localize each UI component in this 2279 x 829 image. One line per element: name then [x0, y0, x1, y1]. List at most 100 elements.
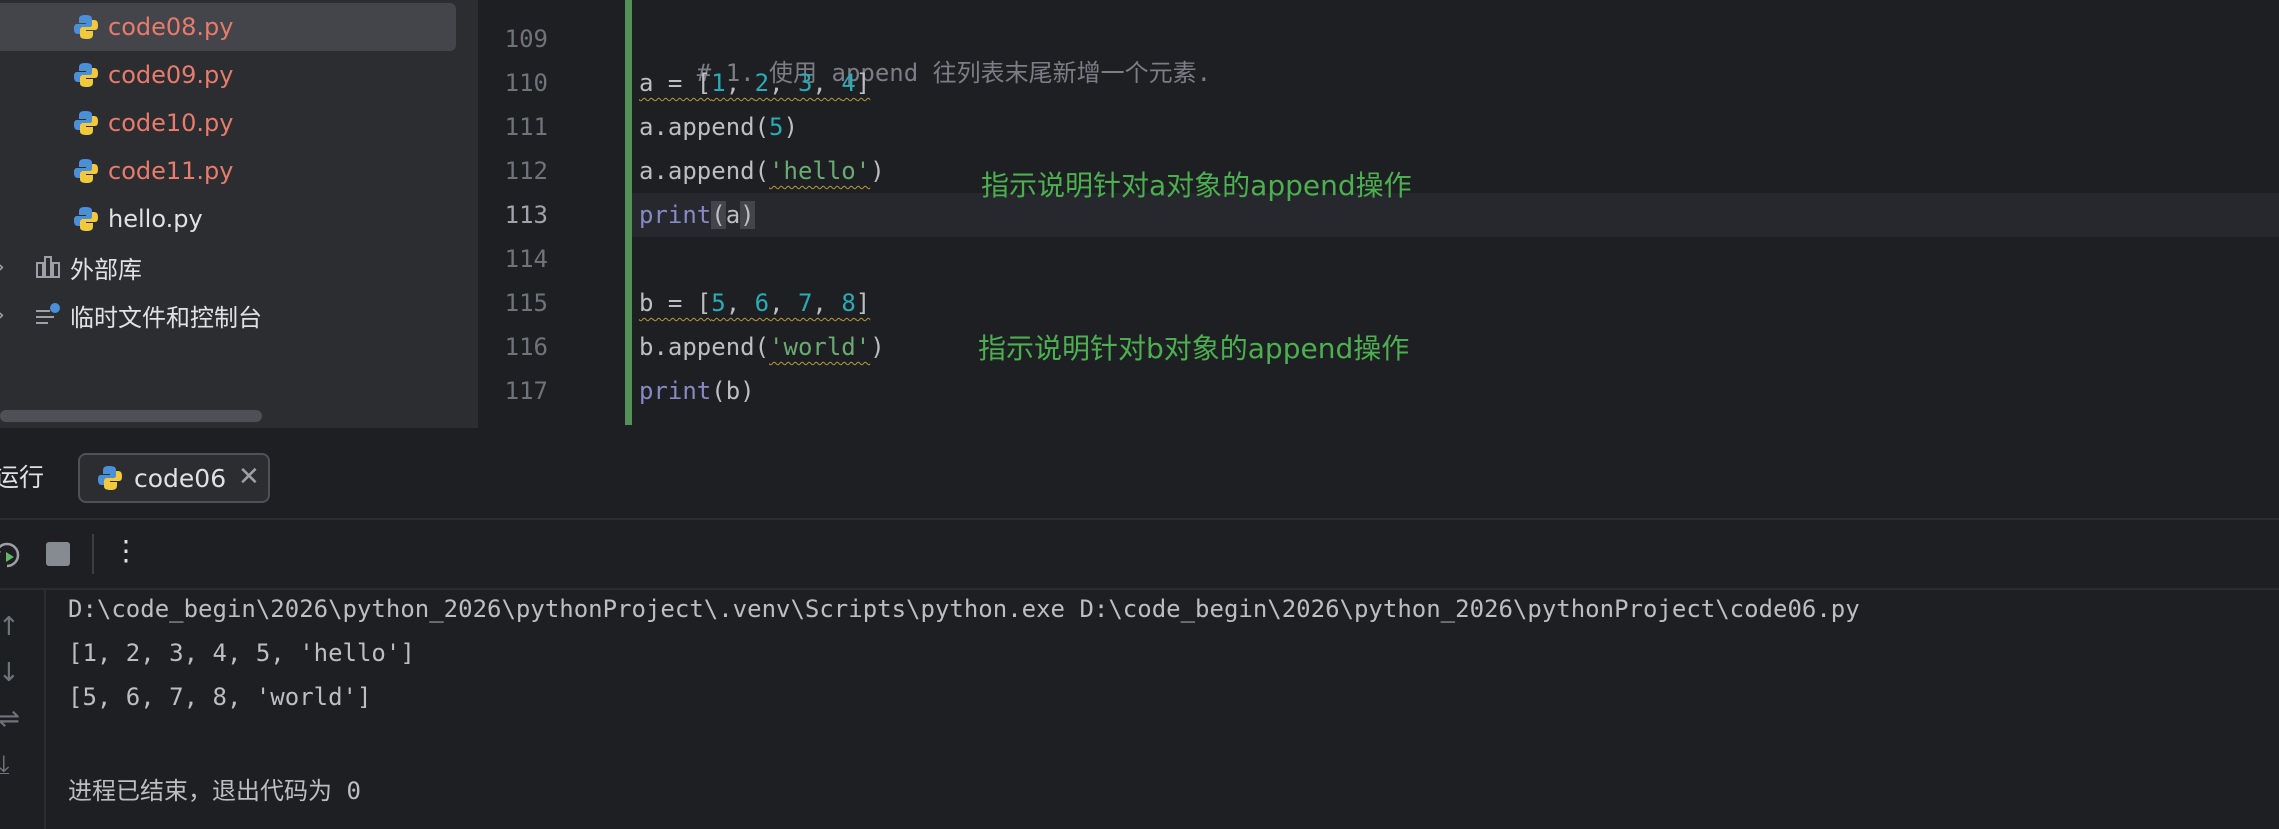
- number: 1: [711, 69, 726, 97]
- rerun-icon[interactable]: [0, 540, 22, 570]
- line-number[interactable]: 112: [492, 157, 548, 185]
- arrow-down-icon[interactable]: ↓: [0, 658, 20, 688]
- tree-node-scratches[interactable]: › 临时文件和控制台: [0, 291, 456, 339]
- paren: ): [783, 113, 798, 141]
- line-number-current[interactable]: 113: [492, 201, 548, 229]
- bracket: ]: [855, 289, 871, 317]
- code-line-113[interactable]: print(a): [639, 201, 755, 229]
- call: a.append(: [639, 113, 770, 141]
- separator: ,: [769, 69, 798, 97]
- number: 4: [841, 69, 856, 97]
- tree-file-code09[interactable]: code09.py: [0, 51, 456, 99]
- python-file-icon: [74, 207, 98, 231]
- run-tab-code06[interactable]: code06 ✕: [78, 453, 270, 503]
- line-number[interactable]: 110: [492, 69, 548, 97]
- more-options-icon[interactable]: ⋮: [112, 534, 140, 567]
- line-number[interactable]: 117: [492, 377, 548, 405]
- scratches-icon: [36, 303, 60, 324]
- chevron-right-icon[interactable]: ›: [0, 303, 5, 328]
- code-line-112[interactable]: a.append('hello'): [639, 157, 885, 185]
- number: 6: [754, 289, 770, 317]
- number: 8: [841, 289, 856, 317]
- line-number[interactable]: 109: [492, 25, 548, 53]
- arrow-up-icon[interactable]: ↑: [0, 612, 20, 642]
- project-tree: code08.py code09.py code10.py code11.py …: [0, 0, 478, 428]
- close-icon[interactable]: ✕: [238, 462, 260, 492]
- identifier: b: [639, 289, 654, 317]
- line-number[interactable]: 114: [492, 245, 548, 273]
- file-name: code09.py: [108, 61, 234, 89]
- paren: ): [870, 157, 885, 185]
- horizontal-scrollbar[interactable]: [0, 410, 262, 422]
- tree-node-label: 临时文件和控制台: [70, 303, 262, 332]
- python-file-icon: [74, 111, 98, 135]
- line-number[interactable]: 115: [492, 289, 548, 317]
- console-line: 进程已结束，退出代码为 0: [68, 777, 361, 805]
- separator: ,: [725, 289, 755, 317]
- code-line-116[interactable]: b.append('world'): [639, 333, 885, 361]
- call: a.append(: [639, 157, 770, 185]
- file-name: code11.py: [108, 157, 234, 185]
- python-file-icon: [74, 15, 98, 39]
- paren: ): [870, 333, 885, 361]
- tree-node-external-libraries[interactable]: › 外部库: [0, 243, 456, 291]
- console-line: [1, 2, 3, 4, 5, 'hello']: [68, 639, 415, 667]
- matched-paren: ): [740, 201, 755, 229]
- soft-wrap-icon[interactable]: ⇌: [0, 704, 20, 734]
- matched-paren: (: [711, 201, 726, 229]
- run-tab-label: code06: [134, 464, 227, 493]
- code-line-111[interactable]: a.append(5): [639, 113, 798, 141]
- code-line-115[interactable]: b = [5, 6, 7, 8]: [639, 289, 870, 317]
- identifier: a: [639, 69, 654, 97]
- number: 5: [711, 289, 726, 317]
- run-panel-title: 运行: [0, 463, 45, 492]
- number: 7: [797, 289, 813, 317]
- console-line: D:\code_begin\2026\python_2026\pythonPro…: [68, 595, 1860, 623]
- tree-file-code08[interactable]: code08.py: [0, 3, 456, 51]
- divider: [0, 588, 2279, 590]
- chevron-right-icon[interactable]: ›: [0, 255, 5, 280]
- scroll-to-end-icon[interactable]: ⤓: [0, 750, 10, 781]
- code-line-110[interactable]: a = [1, 2, 3, 4]: [639, 69, 870, 97]
- file-name: code10.py: [108, 109, 234, 137]
- annotation-a: 指示说明针对a对象的append操作: [981, 169, 1412, 202]
- tree-node-label: 外部库: [70, 255, 142, 284]
- bracket: ]: [855, 69, 871, 97]
- identifier: a: [725, 201, 741, 229]
- builtin: print: [639, 201, 712, 229]
- python-file-icon: [98, 466, 122, 490]
- separator: ,: [769, 289, 798, 317]
- vcs-change-marker[interactable]: [625, 0, 632, 425]
- python-file-icon: [74, 63, 98, 87]
- builtin: print: [639, 377, 712, 405]
- code-editor[interactable]: 109 110 111 112 113 114 115 116 117 # 1.…: [492, 0, 2279, 428]
- line-number[interactable]: 111: [492, 113, 548, 141]
- console-line: [5, 6, 7, 8, 'world']: [68, 683, 372, 711]
- code-line-117[interactable]: print(b): [639, 377, 755, 405]
- separator: ,: [812, 289, 842, 317]
- tree-file-code10[interactable]: code10.py: [0, 99, 456, 147]
- current-line-highlight: [632, 193, 2279, 237]
- string: 'hello': [769, 157, 871, 185]
- annotation-b: 指示说明针对b对象的append操作: [978, 332, 1410, 365]
- console-side-toolbar: ↑ ↓ ⇌ ⤓: [0, 590, 46, 829]
- tree-file-code11[interactable]: code11.py: [0, 147, 456, 195]
- number: 3: [797, 69, 813, 97]
- string: 'world': [769, 333, 871, 361]
- separator: ,: [812, 69, 842, 97]
- file-name: code08.py: [108, 13, 234, 41]
- stop-icon[interactable]: [46, 542, 70, 566]
- library-icon: [36, 256, 60, 278]
- call-args: (b): [711, 377, 755, 405]
- number: 2: [754, 69, 770, 97]
- operator: = [: [653, 69, 712, 97]
- separator: ,: [725, 69, 755, 97]
- panel-divider[interactable]: [478, 0, 492, 428]
- operator: = [: [653, 289, 712, 317]
- line-number[interactable]: 116: [492, 333, 548, 361]
- tree-file-hello[interactable]: hello.py: [0, 195, 456, 243]
- toolbar-separator: [92, 534, 94, 574]
- file-name: hello.py: [108, 205, 203, 233]
- run-toolbar: ⋮: [0, 520, 2279, 588]
- python-file-icon: [74, 159, 98, 183]
